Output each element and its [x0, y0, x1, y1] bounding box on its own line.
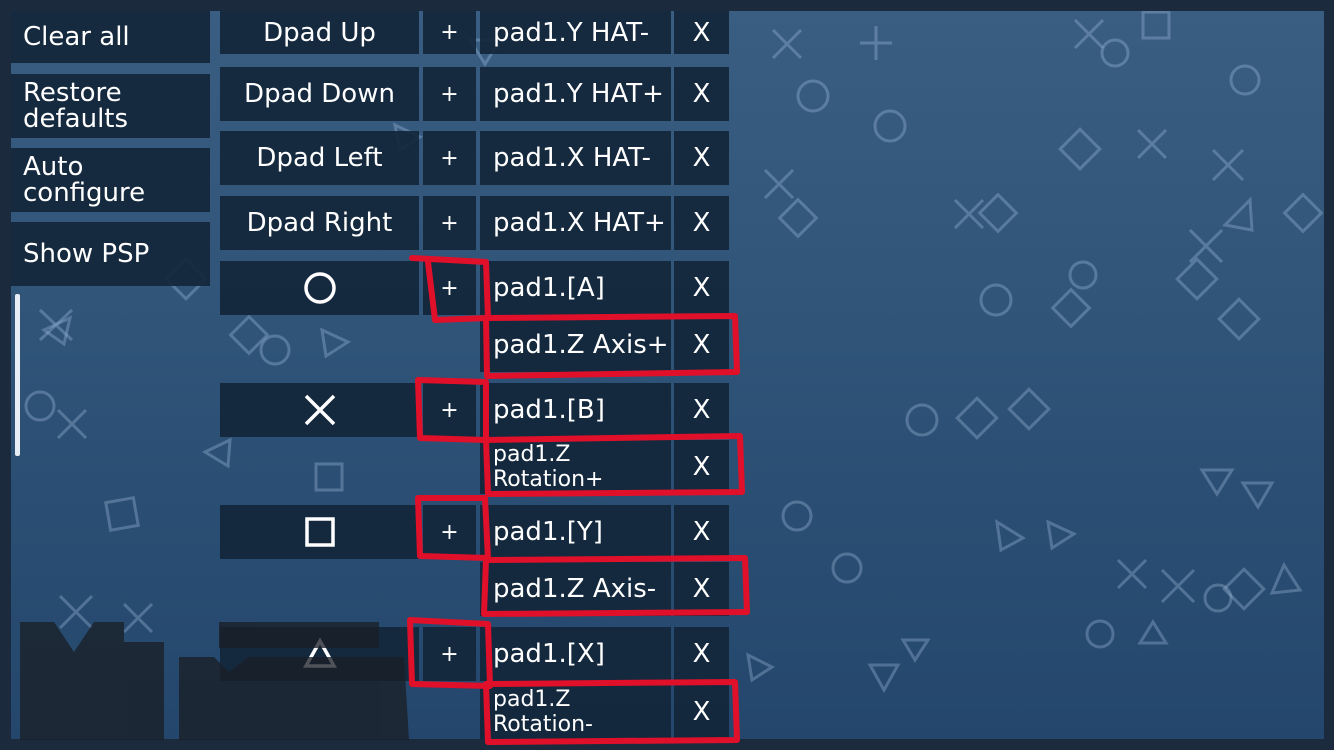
- binding-label: pad1.Y HAT+: [493, 79, 664, 109]
- add-mapping-label: +: [440, 20, 459, 45]
- add-mapping-label: +: [440, 275, 459, 301]
- binding-button-secondary[interactable]: pad1.Z Axis+: [480, 318, 671, 372]
- add-mapping-label: +: [440, 519, 459, 545]
- auto-configure-button[interactable]: Auto configure: [11, 148, 210, 212]
- restore-defaults-button[interactable]: Restore defaults: [11, 74, 210, 138]
- add-mapping-button[interactable]: +: [423, 505, 476, 559]
- delete-binding-label: X: [692, 574, 711, 604]
- binding-label: pad1.Z Axis-: [493, 574, 657, 604]
- delete-binding-button[interactable]: X: [674, 261, 729, 315]
- key-cross: [220, 383, 419, 437]
- binding-label: pad1.[X]: [493, 639, 605, 669]
- delete-binding-button[interactable]: X: [674, 440, 729, 494]
- delete-binding-label: X: [692, 79, 711, 109]
- binding-label: pad1.Z Rotation+: [493, 442, 604, 492]
- binding-label: pad1.Z Rotation-: [493, 686, 593, 737]
- add-mapping-label: +: [440, 641, 459, 667]
- binding-label: pad1.Z Axis+: [493, 330, 669, 360]
- delete-binding-label: X: [692, 17, 711, 48]
- binding-label: pad1.Y HAT-: [493, 17, 650, 48]
- show-psp-label: Show PSP: [23, 239, 150, 269]
- add-mapping-button[interactable]: +: [423, 196, 476, 250]
- key-dpad-left-label: Dpad Left: [256, 143, 383, 173]
- binding-button-secondary[interactable]: pad1.Z Rotation+: [480, 440, 671, 494]
- binding-label: pad1.[A]: [493, 273, 605, 303]
- binding-button-secondary[interactable]: pad1.Z Axis-: [480, 562, 671, 616]
- key-dpad-right-label: Dpad Right: [246, 208, 393, 238]
- add-mapping-label: +: [440, 210, 459, 236]
- add-mapping-button[interactable]: +: [423, 131, 476, 185]
- delete-binding-label: X: [692, 639, 711, 669]
- key-dpad-down: Dpad Down: [220, 67, 419, 121]
- delete-binding-button[interactable]: X: [674, 562, 729, 616]
- add-mapping-button[interactable]: +: [423, 383, 476, 437]
- add-mapping-button[interactable]: +: [423, 627, 476, 681]
- key-circle: [220, 261, 419, 315]
- binding-button[interactable]: pad1.Y HAT-: [480, 11, 671, 54]
- add-mapping-button[interactable]: +: [423, 11, 476, 54]
- delete-binding-button[interactable]: X: [674, 684, 729, 739]
- delete-binding-button[interactable]: X: [674, 318, 729, 372]
- delete-binding-button[interactable]: X: [674, 11, 729, 54]
- add-mapping-button[interactable]: +: [423, 67, 476, 121]
- binding-button[interactable]: pad1.[B]: [480, 383, 671, 437]
- delete-binding-label: X: [692, 452, 711, 482]
- add-mapping-label: +: [440, 81, 459, 107]
- circle-icon: [303, 272, 336, 304]
- key-square: [220, 505, 419, 559]
- binding-button[interactable]: pad1.[A]: [480, 261, 671, 315]
- show-psp-button[interactable]: Show PSP: [11, 222, 210, 286]
- clear-all-label: Clear all: [23, 22, 130, 52]
- key-dpad-up-label: Dpad Up: [263, 17, 376, 48]
- key-dpad-down-label: Dpad Down: [244, 79, 395, 109]
- square-icon: [304, 517, 335, 547]
- add-mapping-label: +: [440, 397, 459, 423]
- binding-button[interactable]: pad1.Y HAT+: [480, 67, 671, 121]
- delete-binding-label: X: [692, 330, 711, 360]
- key-dpad-right: Dpad Right: [220, 196, 419, 250]
- delete-binding-button[interactable]: X: [674, 505, 729, 559]
- cross-icon: [304, 394, 335, 426]
- binding-label: pad1.X HAT+: [493, 208, 666, 238]
- binding-label: pad1.[B]: [493, 395, 605, 425]
- delete-binding-label: X: [692, 517, 711, 547]
- delete-binding-label: X: [692, 208, 711, 238]
- sidebar-scrollbar[interactable]: [15, 294, 20, 456]
- binding-button-secondary[interactable]: pad1.Z Rotation-: [480, 684, 671, 739]
- delete-binding-button[interactable]: X: [674, 131, 729, 185]
- binding-label: pad1.X HAT-: [493, 143, 652, 173]
- clear-all-button[interactable]: Clear all: [11, 11, 210, 63]
- binding-button[interactable]: pad1.X HAT+: [480, 196, 671, 250]
- delete-binding-button[interactable]: X: [674, 196, 729, 250]
- binding-button[interactable]: pad1.[Y]: [480, 505, 671, 559]
- delete-binding-button[interactable]: X: [674, 67, 729, 121]
- watermark-logo: [20, 622, 409, 740]
- key-dpad-up: Dpad Up: [220, 11, 419, 54]
- binding-label: pad1.[Y]: [493, 517, 603, 547]
- delete-binding-label: X: [692, 395, 711, 425]
- add-mapping-label: +: [440, 145, 459, 171]
- delete-binding-label: X: [692, 143, 711, 173]
- delete-binding-button[interactable]: X: [674, 383, 729, 437]
- delete-binding-label: X: [692, 273, 711, 303]
- delete-binding-button[interactable]: X: [674, 627, 729, 681]
- binding-button[interactable]: pad1.X HAT-: [480, 131, 671, 185]
- delete-binding-label: X: [692, 696, 711, 727]
- auto-configure-label: Auto configure: [23, 152, 146, 208]
- key-dpad-left: Dpad Left: [220, 131, 419, 185]
- binding-button[interactable]: pad1.[X]: [480, 627, 671, 681]
- add-mapping-button[interactable]: +: [423, 261, 476, 315]
- restore-defaults-label: Restore defaults: [23, 78, 129, 134]
